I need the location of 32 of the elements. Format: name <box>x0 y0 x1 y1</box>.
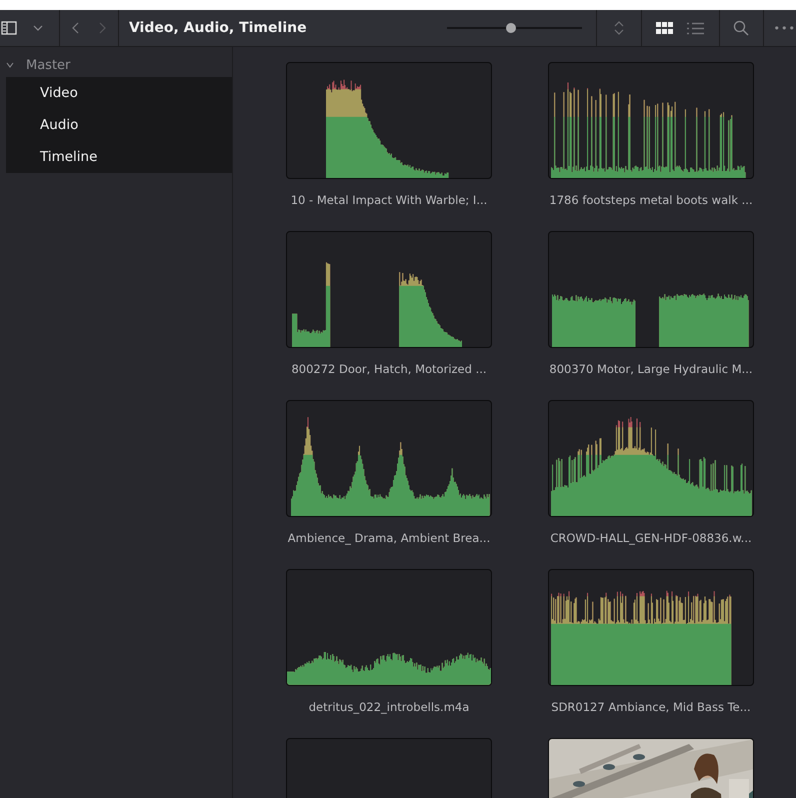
clip-name: 10 - Metal Impact With Warble; I... <box>290 193 488 207</box>
clip-thumbnail[interactable] <box>548 400 754 517</box>
clip-name: SDR0127 Ambiance, Mid Bass Te... <box>551 700 751 714</box>
grid-view-icon[interactable] <box>656 22 674 34</box>
zoom-slider[interactable] <box>446 21 582 35</box>
list-view-icon[interactable] <box>687 22 704 34</box>
sort-icon[interactable] <box>614 20 624 36</box>
tree-group-header[interactable]: Master <box>0 53 232 77</box>
clip-name: 800272 Door, Hatch, Motorized ... <box>291 362 487 376</box>
clip-thumbnail[interactable] <box>286 231 492 348</box>
clip-name: 800370 Motor, Large Hydraulic M... <box>549 362 753 376</box>
clip-name: Ambience_ Drama, Ambient Brea... <box>288 531 490 545</box>
clip-name: detritus_022_introbells.m4a <box>308 700 470 714</box>
clip-thumbnail[interactable] <box>286 569 492 686</box>
clip-thumbnail[interactable] <box>286 400 492 517</box>
tree-item[interactable]: Video <box>6 77 232 109</box>
slider-thumb[interactable] <box>506 23 516 33</box>
chevron-down-icon[interactable] <box>33 24 43 32</box>
clip-thumbnail[interactable] <box>548 569 754 686</box>
clip-name: CROWD-HALL_GEN-HDF-08836.w... <box>550 531 752 545</box>
folder-title: Video, Audio, Timeline <box>128 20 308 36</box>
sidebar-toggle-icon[interactable] <box>1 21 17 35</box>
clip-thumbnail[interactable] <box>286 62 492 179</box>
clip-thumbnail[interactable] <box>548 62 754 179</box>
search-icon[interactable] <box>733 20 750 36</box>
clip-name: 1786 footsteps metal boots walk ... <box>549 193 753 207</box>
more-button[interactable]: ••• <box>764 22 796 34</box>
tree-item[interactable]: Timeline <box>6 141 232 173</box>
back-icon[interactable] <box>72 22 80 34</box>
chevron-down-icon[interactable] <box>6 62 14 68</box>
clip-thumbnail[interactable] <box>548 231 754 348</box>
tree-item[interactable]: Audio <box>6 109 232 141</box>
